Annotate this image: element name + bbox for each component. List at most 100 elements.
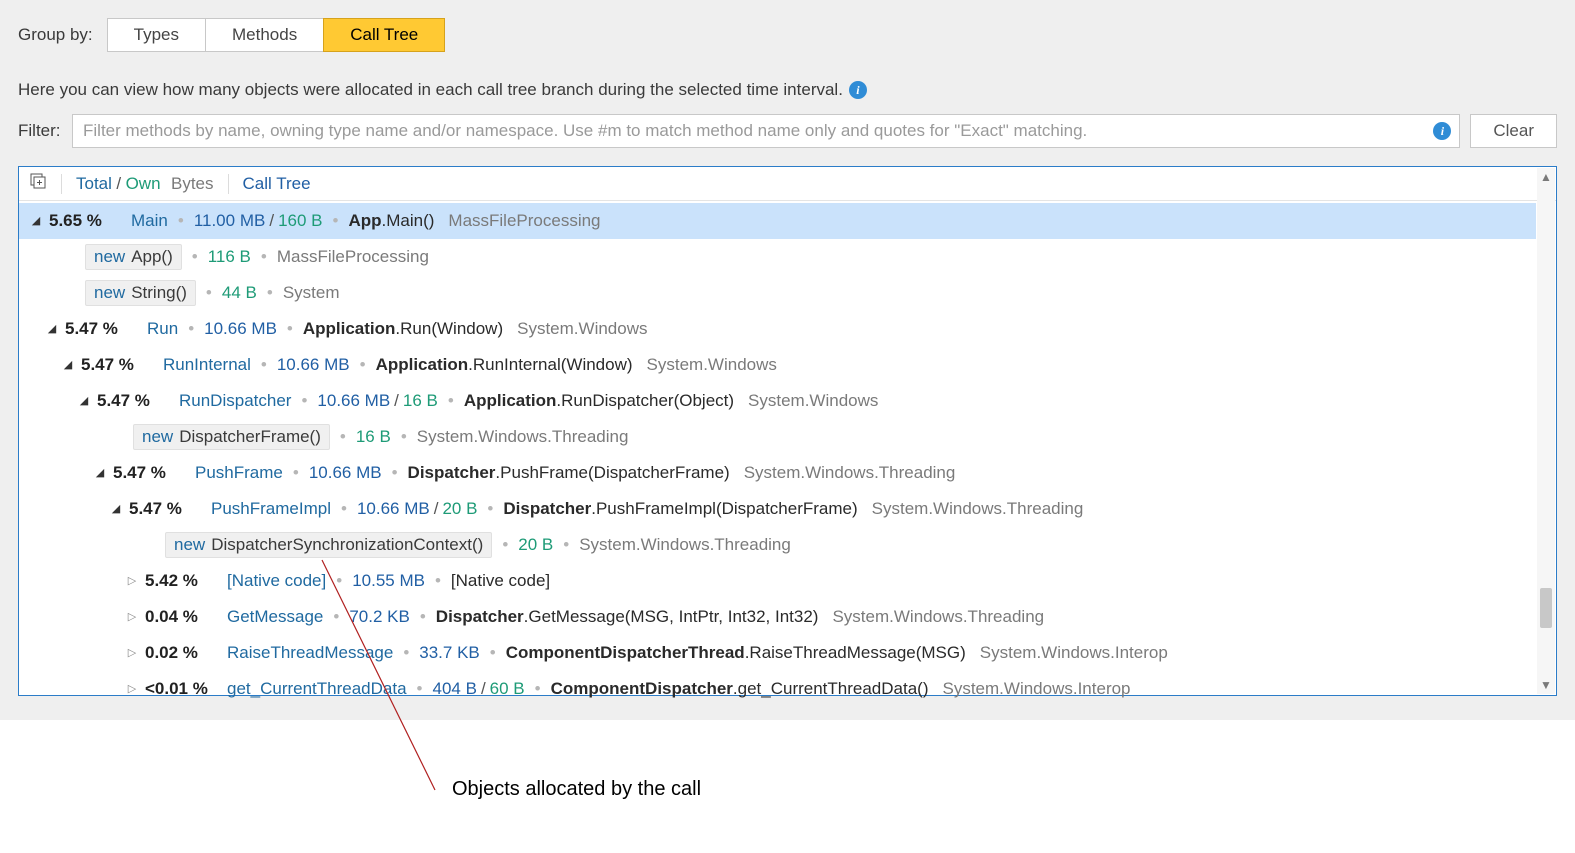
tree-row[interactable]: ◢5.65 %Main•11.00 MB/160 B•App.Main()Mas…	[19, 203, 1536, 239]
allocation-chip[interactable]: newDispatcherFrame()	[133, 424, 330, 450]
scroll-up-icon[interactable]: ▲	[1537, 168, 1555, 186]
separator-dot: •	[178, 319, 204, 339]
separator-dot: •	[251, 355, 277, 375]
header-own[interactable]: Own	[126, 174, 161, 193]
allocation-chip[interactable]: newApp()	[85, 244, 182, 270]
collapse-icon[interactable]: ◢	[93, 466, 107, 479]
separator-dot: •	[277, 319, 303, 339]
method-short: [Native code]	[227, 571, 326, 591]
tree-rows: ◢5.65 %Main•11.00 MB/160 B•App.Main()Mas…	[19, 201, 1556, 707]
percent: 0.02 %	[145, 643, 213, 663]
expand-icon[interactable]: ▷	[125, 682, 139, 695]
allocation-type: DispatcherFrame()	[179, 427, 321, 447]
annotation-text: Objects allocated by the call	[452, 778, 701, 801]
filter-label: Filter:	[18, 121, 62, 141]
total-bytes: 33.7 KB	[419, 643, 480, 663]
own-bytes: 160 B	[278, 211, 322, 231]
header-total[interactable]: Total	[76, 174, 112, 193]
tree-row[interactable]: ◢5.47 %RunInternal•10.66 MB•Application.…	[19, 347, 1536, 383]
tab-call-tree[interactable]: Call Tree	[323, 18, 445, 52]
separator-dot: •	[257, 283, 283, 303]
filter-input[interactable]	[73, 117, 1433, 145]
separator-dot: •	[291, 391, 317, 411]
collapse-icon[interactable]: ◢	[29, 214, 43, 227]
own-bytes: 60 B	[490, 679, 525, 699]
total-bytes: 10.66 MB	[204, 319, 277, 339]
tree-row[interactable]: ▷0.04 %GetMessage•70.2 KB•Dispatcher.Get…	[19, 599, 1536, 635]
method-signature: .GetMessage(MSG, IntPtr, Int32, Int32)	[524, 607, 819, 627]
expand-icon[interactable]: ▷	[125, 610, 139, 623]
method-signature: .RunInternal(Window)	[468, 355, 632, 375]
allocation-chip[interactable]: newString()	[85, 280, 196, 306]
separator-dot: •	[410, 607, 436, 627]
filter-info-icon[interactable]: i	[1433, 122, 1451, 140]
tree-row[interactable]: ▷<0.01 %get_CurrentThreadData•404 B/60 B…	[19, 671, 1536, 707]
collapse-icon[interactable]: ◢	[61, 358, 75, 371]
tree-row[interactable]: ◢5.47 %Run•10.66 MB•Application.Run(Wind…	[19, 311, 1536, 347]
percent: 5.42 %	[145, 571, 213, 591]
tree-row[interactable]: newDispatcherFrame()•16 B•System.Windows…	[19, 419, 1536, 455]
separator-dot: •	[382, 463, 408, 483]
method-short: PushFrameImpl	[211, 499, 331, 519]
separator-dot: •	[251, 247, 277, 267]
method-signature: .RaiseThreadMessage(MSG)	[745, 643, 966, 663]
tree-row[interactable]: ◢5.47 %PushFrame•10.66 MB•Dispatcher.Pus…	[19, 455, 1536, 491]
tree-row[interactable]: newString()•44 B•System	[19, 275, 1536, 311]
new-keyword: new	[94, 283, 131, 303]
expand-all-icon[interactable]	[29, 172, 47, 195]
tree-row[interactable]: newDispatcherSynchronizationContext()•20…	[19, 527, 1536, 563]
clear-button[interactable]: Clear	[1470, 114, 1557, 148]
tree-row[interactable]: ◢5.47 %RunDispatcher•10.66 MB/16 B•Appli…	[19, 383, 1536, 419]
info-icon[interactable]: i	[849, 81, 867, 99]
group-by-tabs: Types Methods Call Tree	[107, 18, 446, 52]
tab-types[interactable]: Types	[107, 18, 206, 52]
namespace: MassFileProcessing	[434, 211, 600, 231]
namespace: System	[283, 283, 340, 303]
separator-dot: •	[350, 355, 376, 375]
percent: 0.04 %	[145, 607, 213, 627]
separator-dot: •	[492, 535, 518, 555]
tree-row[interactable]: ▷0.02 %RaiseThreadMessage•33.7 KB•Compon…	[19, 635, 1536, 671]
namespace: System.Windows	[734, 391, 878, 411]
tree-header: Total / Own Bytes Call Tree	[19, 167, 1556, 201]
tab-methods[interactable]: Methods	[205, 18, 324, 52]
total-bytes: 10.66 MB	[309, 463, 382, 483]
separator-dot: •	[553, 535, 579, 555]
collapse-icon[interactable]: ◢	[45, 322, 59, 335]
allocation-chip[interactable]: newDispatcherSynchronizationContext()	[165, 532, 492, 558]
tree-row[interactable]: newApp()•116 B•MassFileProcessing	[19, 239, 1536, 275]
method-short: PushFrame	[195, 463, 283, 483]
tree-row[interactable]: ▷5.42 %[Native code]•10.55 MB•[Native co…	[19, 563, 1536, 599]
namespace: System.Windows.Threading	[417, 427, 629, 447]
separator-dot: •	[326, 571, 352, 591]
class-name: Application	[376, 355, 469, 375]
class-name: Application	[464, 391, 557, 411]
header-calltree[interactable]: Call Tree	[243, 174, 311, 194]
method-short: Run	[147, 319, 178, 339]
separator-dot: •	[480, 643, 506, 663]
scrollbar[interactable]: ▲ ▼	[1537, 168, 1555, 694]
scroll-down-icon[interactable]: ▼	[1537, 676, 1555, 694]
separator-dot: •	[323, 607, 349, 627]
method-short: Main	[131, 211, 168, 231]
separator-dot: •	[407, 679, 433, 699]
own-bytes: 20 B	[442, 499, 477, 519]
group-by-label: Group by:	[18, 25, 93, 45]
own-bytes: 44 B	[222, 283, 257, 303]
tree-row[interactable]: ◢5.47 %PushFrameImpl•10.66 MB/20 B•Dispa…	[19, 491, 1536, 527]
method-short: RunInternal	[163, 355, 251, 375]
percent: 5.47 %	[97, 391, 165, 411]
separator-dot: •	[425, 571, 451, 591]
call-tree: Total / Own Bytes Call Tree ◢5.65 %Main•…	[18, 166, 1557, 696]
new-keyword: new	[94, 247, 131, 267]
scroll-thumb[interactable]	[1540, 588, 1552, 628]
expand-icon[interactable]: ▷	[125, 574, 139, 587]
header-separator-2	[228, 174, 229, 194]
method-signature: .PushFrame(DispatcherFrame)	[495, 463, 729, 483]
collapse-icon[interactable]: ◢	[109, 502, 123, 515]
collapse-icon[interactable]: ◢	[77, 394, 91, 407]
method-signature: .RunDispatcher(Object)	[556, 391, 734, 411]
expand-icon[interactable]: ▷	[125, 646, 139, 659]
total-bytes: 10.66 MB	[277, 355, 350, 375]
own-bytes: 16 B	[403, 391, 438, 411]
